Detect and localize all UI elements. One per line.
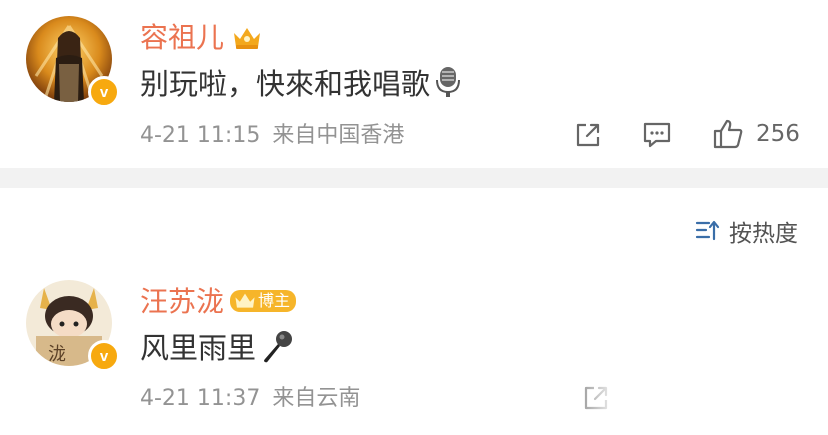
sort-label: 按热度 [729, 221, 798, 247]
comment-meta: 4-21 11:37 来自云南 [140, 385, 360, 413]
comment-date: 4-21 11:37 [140, 386, 261, 411]
fade-overlay [560, 368, 828, 418]
crown-icon [234, 28, 260, 49]
comment-meta: 4-21 11:15 来自中国香港 [140, 122, 404, 150]
microphone-icon [436, 67, 461, 97]
reply-button[interactable] [642, 120, 672, 150]
crown-icon [235, 293, 255, 308]
comment-text: 风里雨里 [140, 329, 294, 366]
comment-source: 来自云南 [272, 386, 361, 411]
comment-icon [643, 122, 671, 148]
sort-toggle[interactable]: 按热度 [695, 214, 798, 248]
like-count: 256 [756, 121, 800, 147]
comment-text: 别玩啦，快來和我唱歌 [140, 66, 462, 102]
svg-text:泷: 泷 [48, 344, 66, 365]
blogger-badge: 博主 [230, 290, 297, 312]
microphone-icon [264, 331, 293, 363]
thumbs-up-icon [713, 119, 743, 149]
username[interactable]: 汪苏泷 [140, 285, 224, 319]
share-icon [576, 123, 600, 147]
comment-source: 来自中国香港 [272, 123, 405, 148]
sort-icon [695, 220, 720, 241]
like-button[interactable]: 256 [712, 118, 800, 150]
verified-badge-icon: v [88, 340, 120, 372]
verified-badge-icon: v [88, 76, 120, 108]
comment-date: 4-21 11:15 [140, 123, 261, 148]
share-button[interactable] [574, 121, 602, 149]
username[interactable]: 容祖儿 [140, 21, 224, 55]
section-divider [0, 168, 828, 188]
